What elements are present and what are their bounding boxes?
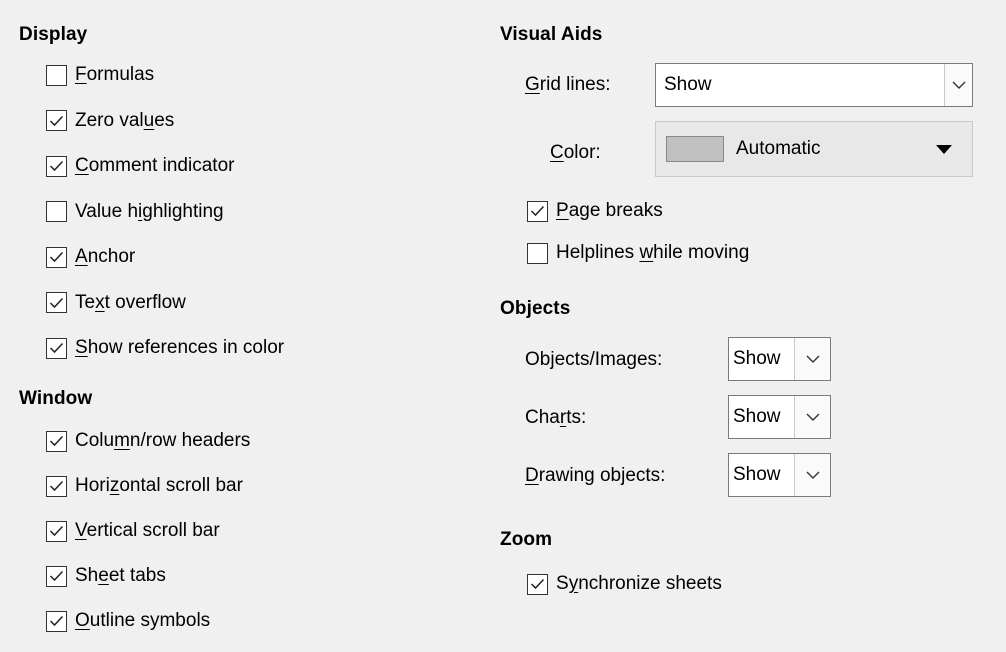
objects-images-select[interactable]: Show [728, 337, 831, 381]
vertical-scroll-bar-label: Vertical scroll bar [75, 520, 220, 541]
dropdown-triangle-icon [936, 144, 952, 154]
drawing-objects-select[interactable]: Show [728, 453, 831, 497]
window-sheet-tabs-option[interactable]: Sheet tabs [46, 563, 166, 589]
synchronize-sheets-label: Synchronize sheets [556, 573, 722, 594]
drawing-objects-value: Show [733, 464, 781, 485]
synchronize-sheets-option[interactable]: Synchronize sheets [527, 571, 722, 597]
window-outline-symbols-option[interactable]: Outline symbols [46, 608, 210, 634]
color-label: Color: [550, 142, 601, 163]
comment-indicator-label: Comment indicator [75, 155, 235, 176]
horizontal-scroll-bar-label: Horizontal scroll bar [75, 475, 243, 496]
chevron-down-icon[interactable] [944, 64, 972, 106]
page-breaks-label: Page breaks [556, 200, 663, 221]
objects-heading: Objects [500, 298, 571, 319]
charts-value: Show [733, 406, 781, 427]
display-heading: Display [19, 24, 88, 45]
sheet-tabs-checkbox[interactable] [46, 565, 67, 587]
zero-values-label: Zero values [75, 109, 175, 131]
helplines-label: Helplines while moving [556, 242, 750, 263]
show-references-in-color-checkbox[interactable] [46, 337, 67, 359]
outline-symbols-checkbox[interactable] [46, 610, 67, 632]
helplines-checkbox[interactable] [527, 242, 548, 264]
window-column-row-headers-option[interactable]: Column/row headers [46, 428, 250, 454]
objects-images-value: Show [733, 348, 781, 369]
display-formulas-option[interactable]: Formulas [46, 62, 154, 88]
value-highlighting-checkbox[interactable] [46, 201, 67, 222]
sheet-tabs-label: Sheet tabs [75, 565, 166, 586]
horizontal-scroll-bar-checkbox[interactable] [46, 475, 67, 497]
color-swatch [666, 136, 724, 162]
value-highlighting-label: Value highlighting [75, 200, 224, 222]
view-options-panel: Display Formulas Zero values Comment indic… [0, 0, 1006, 652]
window-vertical-scroll-bar-option[interactable]: Vertical scroll bar [46, 518, 220, 544]
show-references-in-color-label: Show references in color [75, 337, 285, 358]
page-breaks-checkbox[interactable] [527, 200, 548, 222]
grid-lines-select[interactable]: Show [655, 63, 973, 107]
objects-images-label: Objects/Images: [525, 349, 663, 370]
display-show-references-in-color-option[interactable]: Show references in color [46, 335, 284, 361]
display-comment-indicator-option[interactable]: Comment indicator [46, 153, 234, 179]
charts-label: Charts: [525, 407, 587, 428]
comment-indicator-checkbox[interactable] [46, 155, 67, 177]
text-overflow-checkbox[interactable] [46, 292, 67, 313]
display-text-overflow-option[interactable]: Text overflow [46, 290, 186, 316]
chevron-down-icon[interactable] [794, 454, 830, 496]
synchronize-sheets-checkbox[interactable] [527, 573, 548, 595]
anchor-checkbox[interactable] [46, 246, 67, 268]
column-row-headers-checkbox[interactable] [46, 430, 67, 452]
grid-lines-value: Show [664, 74, 712, 95]
text-overflow-label: Text overflow [75, 291, 186, 313]
page-breaks-option[interactable]: Page breaks [527, 198, 663, 224]
window-heading: Window [19, 388, 93, 409]
window-horizontal-scroll-bar-option[interactable]: Horizontal scroll bar [46, 473, 243, 499]
visual-aids-heading: Visual Aids [500, 24, 603, 45]
formulas-checkbox[interactable] [46, 64, 67, 86]
chevron-down-icon[interactable] [794, 396, 830, 438]
vertical-scroll-bar-checkbox[interactable] [46, 520, 67, 542]
zero-values-checkbox[interactable] [46, 110, 67, 131]
display-value-highlighting-option[interactable]: Value highlighting [46, 199, 224, 225]
helplines-option[interactable]: Helplines while moving [527, 240, 749, 266]
charts-select[interactable]: Show [728, 395, 831, 439]
anchor-label: Anchor [75, 246, 136, 267]
chevron-down-icon[interactable] [794, 338, 830, 380]
outline-symbols-label: Outline symbols [75, 610, 211, 631]
display-anchor-option[interactable]: Anchor [46, 244, 135, 270]
drawing-objects-label: Drawing objects: [525, 465, 666, 486]
color-value: Automatic [736, 138, 821, 159]
formulas-label: Formulas [75, 64, 155, 85]
zoom-heading: Zoom [500, 529, 553, 550]
grid-lines-label: Grid lines: [525, 74, 611, 95]
column-row-headers-label: Column/row headers [75, 430, 251, 451]
display-zero-values-option[interactable]: Zero values [46, 108, 174, 134]
color-dropdown-button[interactable]: Automatic [655, 121, 973, 177]
